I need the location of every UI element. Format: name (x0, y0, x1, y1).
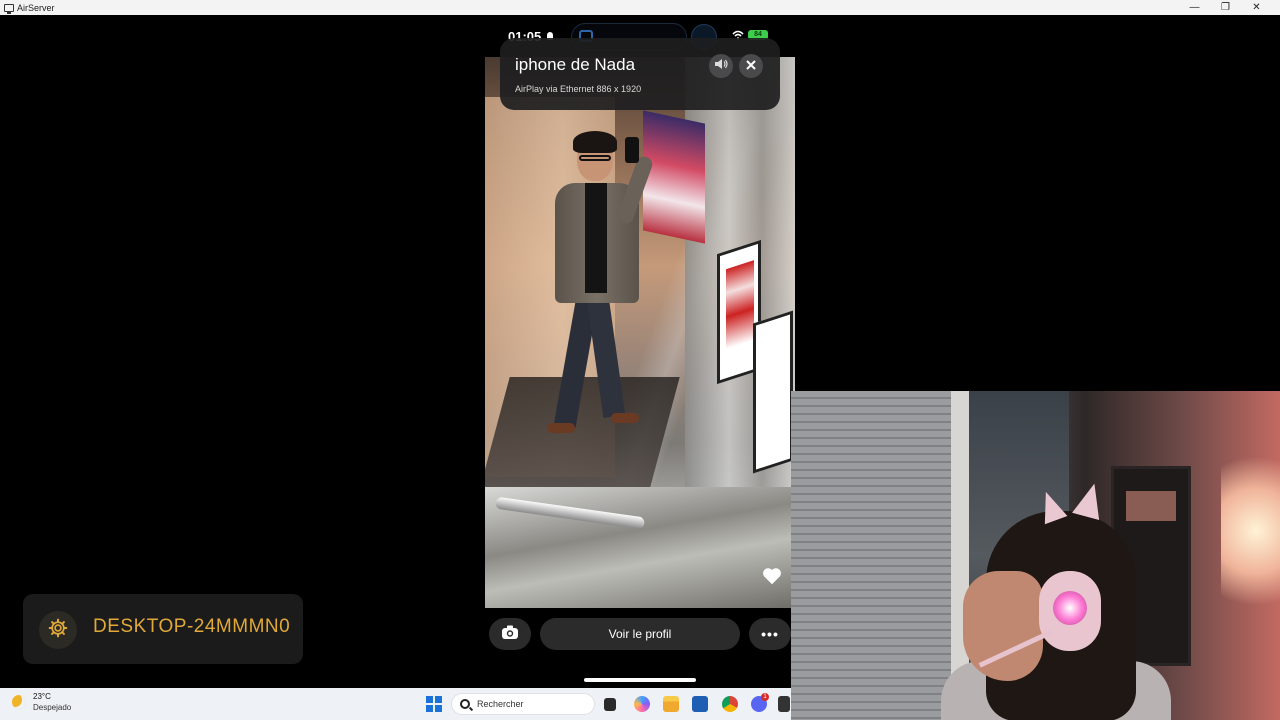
disconnect-button[interactable] (739, 54, 763, 78)
search-icon (460, 699, 470, 709)
gear-icon (48, 618, 68, 643)
moon-icon (12, 695, 26, 709)
heart-icon[interactable] (761, 565, 783, 587)
camera-icon (501, 624, 519, 645)
video-content[interactable] (485, 57, 795, 608)
airserver-screen: AirServer — ❐ ✕ 01:05 84 iphone de Nada … (0, 0, 1280, 720)
windows-taskbar: 23°C Despejado Rechercher 1 (0, 688, 791, 720)
airplay-connection-info: AirPlay via Ethernet 886 x 1920 (515, 84, 642, 94)
speaker-icon (714, 57, 728, 75)
airserver-app-icon (4, 3, 14, 14)
discord-notification-badge: 1 (761, 693, 769, 701)
close-icon (746, 57, 756, 75)
phone-bottom-controls: Voir le profil ••• (485, 608, 795, 688)
task-view-icon[interactable] (604, 698, 616, 711)
windows-start-icon[interactable] (426, 696, 442, 712)
elevator-handrail (485, 487, 795, 608)
man-selfie-figure (525, 131, 655, 457)
iphone-mirror: 01:05 84 (485, 15, 795, 688)
settings-button[interactable] (39, 611, 77, 649)
desktop-name-card: DESKTOP-24MMMN0 (23, 594, 303, 664)
close-button[interactable]: ✕ (1241, 0, 1272, 15)
desktop-name: DESKTOP-24MMMN0 (93, 616, 291, 637)
airplay-device-card: iphone de Nada AirPlay via Ethernet 886 … (500, 38, 780, 110)
home-indicator[interactable] (584, 678, 696, 682)
copilot-icon[interactable] (634, 696, 650, 712)
chrome-icon[interactable] (722, 696, 738, 712)
weather-widget[interactable]: 23°C Despejado (12, 692, 71, 712)
view-profile-button[interactable]: Voir le profil (540, 618, 740, 650)
webcam-overlay (791, 391, 1280, 720)
taskbar-search[interactable]: Rechercher (451, 693, 595, 715)
elevator-screen-2 (753, 310, 793, 474)
minimize-button[interactable]: — (1179, 0, 1210, 15)
weather-condition: Despejado (33, 703, 72, 712)
volume-button[interactable] (709, 54, 733, 78)
file-explorer-icon[interactable] (663, 696, 679, 712)
microsoft-store-icon[interactable] (692, 696, 708, 712)
device-name: iphone de Nada (515, 55, 636, 74)
window-controls: — ❐ ✕ (1179, 0, 1272, 15)
more-options-button[interactable]: ••• (749, 618, 791, 650)
search-placeholder: Rechercher (477, 699, 524, 709)
app-icon[interactable] (778, 696, 790, 712)
camera-button[interactable] (489, 618, 531, 650)
restore-button[interactable]: ❐ (1210, 0, 1241, 15)
window-titlebar: AirServer — ❐ ✕ (0, 0, 1280, 15)
window-title: AirServer (17, 2, 55, 13)
weather-temperature: 23°C (33, 692, 51, 701)
